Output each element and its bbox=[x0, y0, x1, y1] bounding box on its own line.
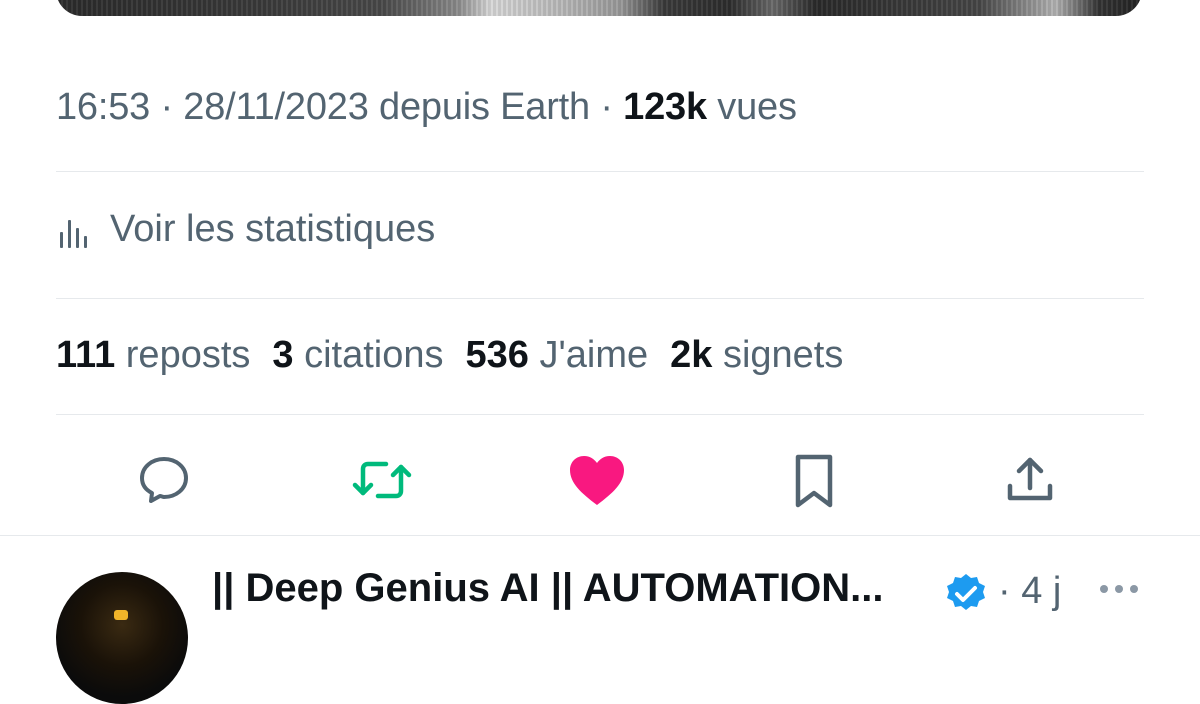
tweet-date: 28/11/2023 bbox=[183, 86, 369, 128]
bookmark-icon bbox=[795, 454, 833, 508]
share-upload-icon bbox=[1007, 457, 1053, 501]
tweet-media-image[interactable] bbox=[56, 0, 1142, 16]
tweet-meta: 16:53 · 28/11/2023 depuis Earth · 123k v… bbox=[56, 86, 797, 128]
view-stats-link[interactable]: Voir les statistiques bbox=[56, 206, 435, 252]
divider bbox=[56, 298, 1144, 299]
repost-arrows-icon bbox=[352, 461, 412, 499]
like-button[interactable] bbox=[565, 448, 629, 512]
tweet-action-bar bbox=[0, 448, 1200, 512]
tweet-source: depuis Earth bbox=[379, 86, 590, 128]
analytics-bars-icon bbox=[60, 220, 87, 248]
heart-filled-icon bbox=[570, 456, 624, 505]
reply-bubble-icon bbox=[140, 457, 188, 503]
reply-tweet[interactable]: || Deep Genius AI || AUTOMATION... · 4 j bbox=[0, 560, 1200, 704]
bookmarks-count-link[interactable]: 2k signets bbox=[670, 334, 843, 377]
reply-time[interactable]: · 4 j bbox=[998, 570, 1061, 613]
reply-author-name[interactable]: || Deep Genius AI || AUTOMATION... bbox=[212, 566, 883, 611]
divider bbox=[56, 414, 1144, 415]
view-stats-label: Voir les statistiques bbox=[110, 207, 436, 250]
avatar[interactable] bbox=[56, 572, 188, 704]
views-label: vues bbox=[717, 86, 797, 128]
reposts-count-link[interactable]: 111 reposts bbox=[56, 334, 250, 377]
engagement-counts: 111 reposts 3 citations 536 J'aime 2k si… bbox=[56, 334, 865, 377]
more-dots-icon[interactable] bbox=[1096, 574, 1142, 604]
quotes-count-link[interactable]: 3 citations bbox=[272, 334, 443, 377]
verified-badge-icon bbox=[947, 574, 985, 610]
divider bbox=[0, 535, 1200, 536]
reply-button[interactable] bbox=[132, 448, 196, 512]
divider bbox=[56, 171, 1144, 172]
views-count: 123k bbox=[623, 86, 707, 128]
repost-button[interactable] bbox=[350, 448, 414, 512]
likes-count-link[interactable]: 536 J'aime bbox=[466, 334, 649, 377]
tweet-time: 16:53 bbox=[56, 86, 151, 128]
share-button[interactable] bbox=[998, 448, 1062, 512]
bookmark-button[interactable] bbox=[782, 448, 846, 512]
